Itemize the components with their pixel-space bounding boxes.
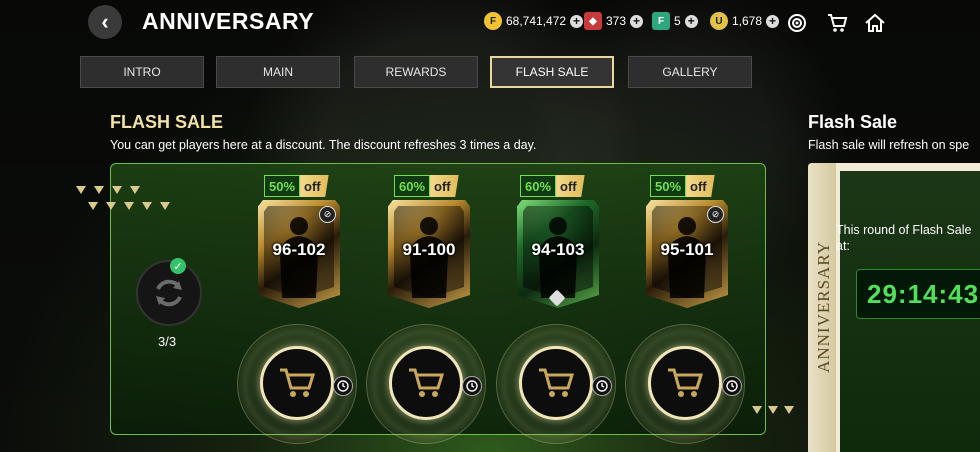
card-rating: 91-100 <box>402 240 456 259</box>
discount-off-label: off <box>300 175 329 197</box>
home-icon <box>865 13 885 32</box>
discount-off-label: off <box>686 175 715 197</box>
round-label-at: at: <box>836 239 850 253</box>
cart-icon <box>828 14 848 32</box>
buy-button[interactable] <box>389 346 463 420</box>
discount-percent: 60% <box>520 175 557 197</box>
clock-icon <box>333 376 353 396</box>
tokens-value: 5 <box>674 14 681 28</box>
side-panel: ANNIVERSARY This round of Flash Sale at:… <box>808 163 980 452</box>
refresh-icon <box>156 279 182 307</box>
clock-icon <box>462 376 482 396</box>
clock-icon <box>592 376 612 396</box>
currency-tokens: F 5 + <box>652 12 698 30</box>
tab-rewards[interactable]: REWARDS <box>354 56 478 88</box>
target-icon <box>788 14 806 32</box>
player-card[interactable]: 94-103 <box>517 200 599 308</box>
countdown-timer: 29:14:43 <box>856 269 980 319</box>
fc-points-icon: F <box>484 12 502 30</box>
gem-icon: ◆ <box>584 12 602 30</box>
token-icon: F <box>652 12 670 30</box>
objectives-button[interactable] <box>784 10 810 36</box>
card-rating: 96-102 <box>272 240 326 259</box>
coin-icon: U <box>710 12 728 30</box>
currency-fc-points: F 68,741,472 + <box>484 12 584 30</box>
buy-button[interactable] <box>519 346 593 420</box>
check-icon: ✓ <box>170 258 186 274</box>
card-rating: 94-103 <box>531 240 585 259</box>
decor-triangles-top <box>76 186 140 194</box>
buy-button[interactable] <box>648 346 722 420</box>
buy-button[interactable] <box>260 346 334 420</box>
card-rating: 95-101 <box>660 240 714 259</box>
back-button[interactable]: ‹ <box>88 5 122 39</box>
refresh-count: 3/3 <box>158 334 177 349</box>
discount-percent: 50% <box>264 175 301 197</box>
discount-off-label: off <box>430 175 459 197</box>
tab-main-label: MAIN <box>263 65 293 79</box>
cart-icon <box>280 368 316 397</box>
add-coins-button[interactable]: + <box>766 14 780 28</box>
player-card[interactable]: 96-102 ⊘ <box>258 200 340 308</box>
no-trade-icon: ⊘ <box>707 206 724 223</box>
currency-coins: U 1,678 + <box>710 12 780 30</box>
decor-triangles-bottom <box>88 202 170 210</box>
side-subtitle: Flash sale will refresh on spe <box>808 138 970 152</box>
add-fc-points-button[interactable]: + <box>570 14 584 28</box>
fc-points-value: 68,741,472 <box>506 14 567 28</box>
tab-intro-label: INTRO <box>123 65 161 79</box>
coins-value: 1,678 <box>732 14 763 28</box>
gems-value: 373 <box>606 14 627 28</box>
tab-gallery[interactable]: GALLERY <box>628 56 752 88</box>
tab-gallery-label: GALLERY <box>662 65 718 79</box>
flash-sale-subtitle: You can get players here at a discount. … <box>110 138 537 152</box>
discount-percent: 60% <box>394 175 431 197</box>
tab-intro[interactable]: INTRO <box>80 56 204 88</box>
currency-gems: ◆ 373 + <box>584 12 644 30</box>
cart-icon <box>409 368 445 397</box>
tab-flash-sale[interactable]: FLASH SALE <box>490 56 614 88</box>
add-tokens-button[interactable]: + <box>684 14 698 28</box>
player-card[interactable]: 91-100 <box>388 200 470 308</box>
add-gems-button[interactable]: + <box>630 14 644 28</box>
player-card[interactable]: 95-101 ⊘ <box>646 200 728 308</box>
refresh-button[interactable] <box>136 260 202 326</box>
discount-off-label: off <box>556 175 585 197</box>
discount-tag: 50% off <box>264 175 329 197</box>
home-button[interactable] <box>862 10 888 36</box>
cart-icon <box>668 368 704 397</box>
discount-percent: 50% <box>650 175 687 197</box>
cart-icon <box>539 368 575 397</box>
tab-main[interactable]: MAIN <box>216 56 340 88</box>
clock-icon <box>722 376 742 396</box>
flash-sale-title: FLASH SALE <box>110 112 224 132</box>
tab-rewards-label: REWARDS <box>385 65 447 79</box>
discount-tag: 60% off <box>394 175 459 197</box>
round-label: This round of Flash Sale <box>836 223 972 237</box>
discount-tag: 50% off <box>650 175 715 197</box>
discount-tag: 60% off <box>520 175 585 197</box>
chevron-left-icon: ‹ <box>101 9 109 34</box>
no-trade-icon: ⊘ <box>319 206 336 223</box>
store-button[interactable] <box>824 10 850 36</box>
page-title: ANNIVERSARY <box>142 8 315 34</box>
side-title: Flash Sale <box>808 112 898 132</box>
side-vertical-label: ANNIVERSARY <box>814 241 833 373</box>
tab-flash-sale-label: FLASH SALE <box>515 65 589 79</box>
decor-triangles-right <box>752 406 794 414</box>
